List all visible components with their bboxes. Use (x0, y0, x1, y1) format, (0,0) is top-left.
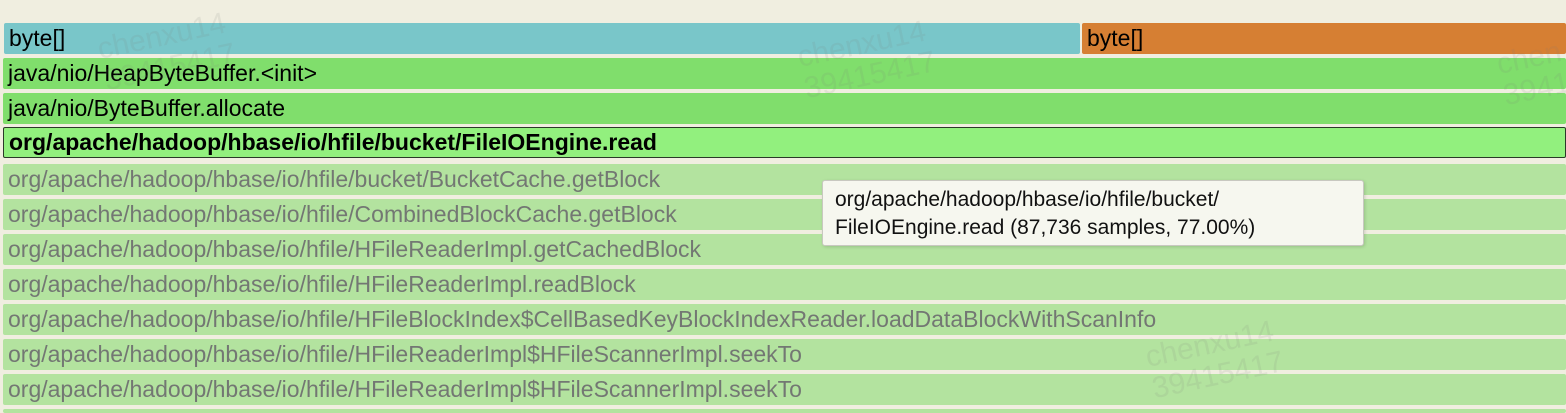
flame-frame-hfilescannerimpl-seekto-2[interactable]: org/apache/hadoop/hbase/io/hfile/HFileRe… (3, 374, 1566, 405)
flame-graph: byte[] byte[] java/nio/HeapByteBuffer.<i… (0, 0, 1566, 413)
flame-frame-loaddatablockwithscaninfo[interactable]: org/apache/hadoop/hbase/io/hfile/HFileBl… (3, 304, 1566, 335)
flame-frame-byte-array[interactable]: byte[] (4, 23, 1080, 54)
flame-frame-hfilescannerimpl-seekto-1[interactable]: org/apache/hadoop/hbase/io/hfile/HFileRe… (3, 339, 1566, 370)
tooltip-line-1: org/apache/hadoop/hbase/io/hfile/bucket/ (835, 188, 1220, 211)
frame-tooltip: org/apache/hadoop/hbase/io/hfile/bucket/… (822, 180, 1364, 246)
flame-frame-bytebuffer-allocate[interactable]: java/nio/ByteBuffer.allocate (3, 93, 1566, 124)
flame-frame-heapbytebuffer-init[interactable]: java/nio/HeapByteBuffer.<init> (3, 58, 1566, 89)
flame-frame-hfilereaderimpl-readblock[interactable]: org/apache/hadoop/hbase/io/hfile/HFileRe… (3, 269, 1566, 300)
flame-frame-partial (3, 409, 1566, 413)
tooltip-line-2: FileIOEngine.read (87,736 samples, 77.00… (835, 216, 1256, 239)
flame-frame-byte-array-alt[interactable]: byte[] (1082, 23, 1566, 54)
flame-frame-fileioengine-read[interactable]: org/apache/hadoop/hbase/io/hfile/bucket/… (3, 127, 1566, 158)
